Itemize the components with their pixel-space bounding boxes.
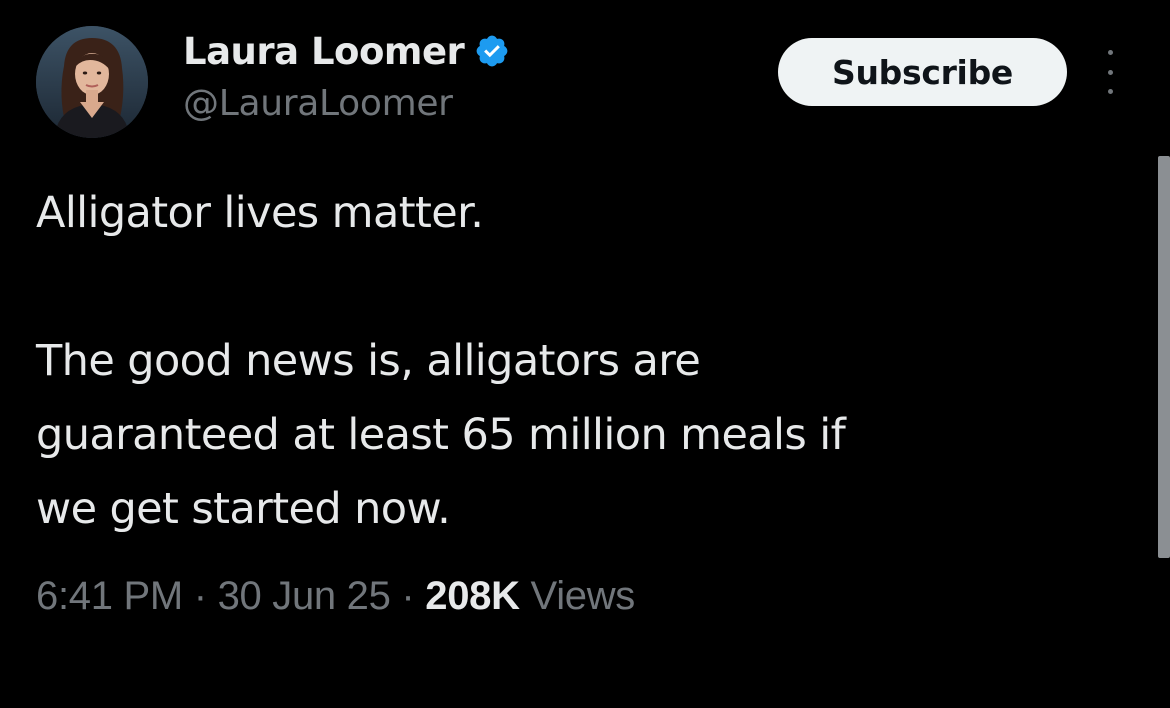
author-avatar[interactable] [36, 26, 148, 138]
scrollbar[interactable] [1158, 156, 1170, 558]
author-display-name[interactable]: Laura Loomer [183, 30, 465, 73]
meta-separator: · [193, 574, 207, 618]
tweet-time[interactable]: 6:41 PM [36, 574, 183, 618]
tweet-metadata: 6:41 PM · 30 Jun 25 · 208K Views [36, 574, 635, 619]
dot [1107, 69, 1113, 75]
dot [1107, 89, 1113, 94]
views-count: 208K [425, 574, 520, 618]
tweet-text: Alligator lives matter. The good news is… [36, 176, 1136, 546]
subscribe-button[interactable]: Subscribe [778, 38, 1067, 106]
tweet-date[interactable]: 30 Jun 25 [218, 574, 391, 618]
vertical-ellipsis-icon[interactable] [1100, 50, 1120, 94]
views-label: Views [530, 574, 636, 618]
author-name-row: Laura Loomer [183, 26, 510, 76]
meta-separator: · [401, 574, 415, 618]
verified-badge-icon[interactable] [474, 33, 510, 69]
tweet-paragraph: Alligator lives matter. [36, 188, 484, 238]
avatar-image [36, 26, 148, 138]
author-handle[interactable]: @LauraLoomer [183, 83, 453, 124]
tweet-paragraph: The good news is, alligators are guarant… [36, 336, 846, 534]
dot [1107, 50, 1113, 55]
tweet-card: Laura Loomer @LauraLoomer Subscribe Alli… [0, 0, 1170, 708]
